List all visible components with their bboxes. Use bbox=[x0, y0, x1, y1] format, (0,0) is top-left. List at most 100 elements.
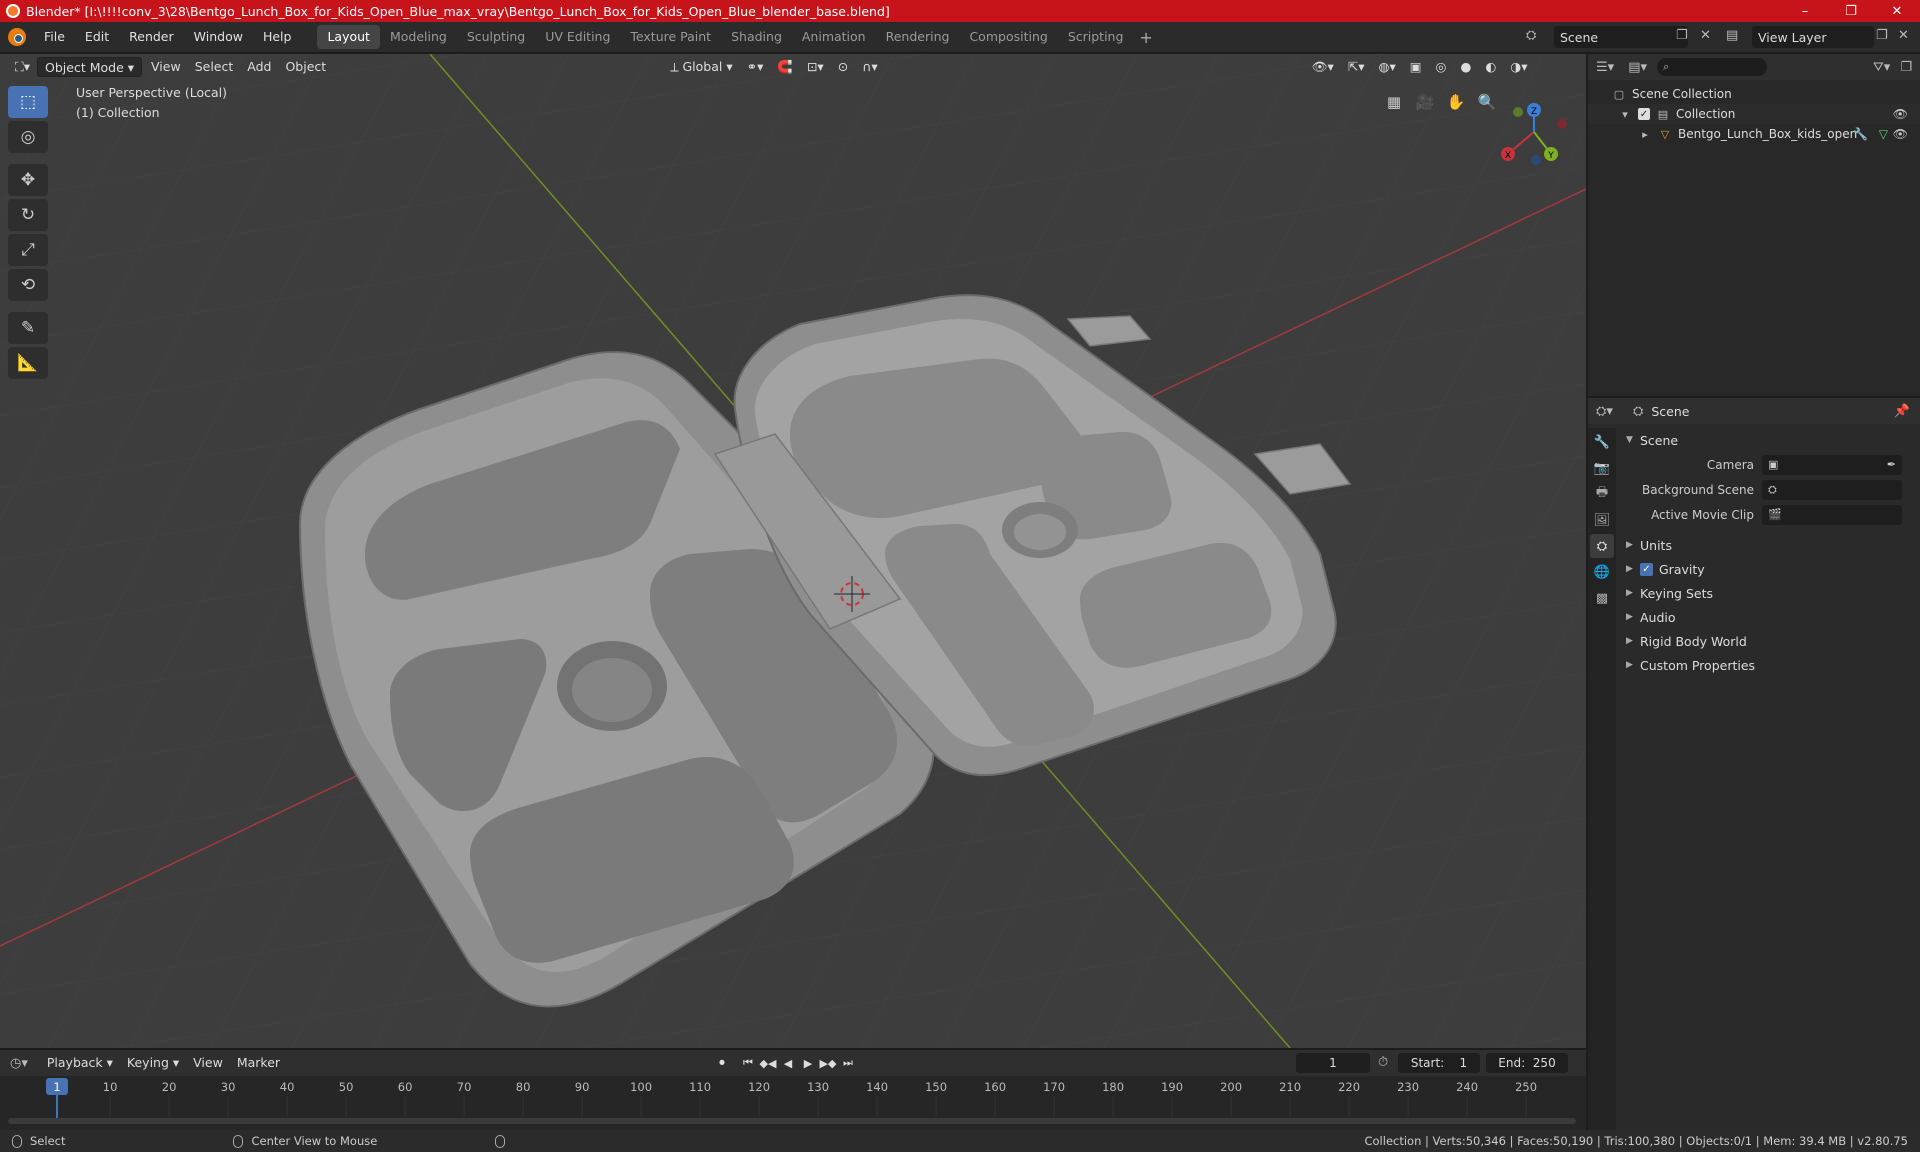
gravity-checkbox[interactable]: ✓ bbox=[1640, 562, 1653, 576]
tab-animation[interactable]: Animation bbox=[792, 25, 876, 49]
wireframe-shading-icon[interactable]: ◎ bbox=[1429, 57, 1454, 77]
tab-rendering[interactable]: Rendering bbox=[876, 25, 960, 49]
scene-panel-header[interactable]: ▼ Scene bbox=[1618, 428, 1920, 452]
pan-hand-icon[interactable]: ✋ bbox=[1442, 88, 1470, 116]
zoom-icon[interactable]: 🔍 bbox=[1473, 88, 1501, 116]
grid-view-icon[interactable]: ▦ bbox=[1380, 88, 1408, 116]
transform-orientation-dropdown[interactable]: ⟂ Global ▾ bbox=[663, 57, 739, 77]
menu-marker[interactable]: Marker bbox=[230, 1053, 287, 1073]
output-tab-icon[interactable]: 🖶 bbox=[1590, 482, 1614, 506]
menu-keying[interactable]: Keying ▾ bbox=[120, 1053, 186, 1073]
measure-tool[interactable]: 📐 bbox=[8, 347, 48, 379]
world-tab-icon[interactable]: 🌐 bbox=[1590, 560, 1614, 584]
3d-viewport[interactable]: X Y Z ⛶▾ Object Mode ▾ View Select Add O… bbox=[0, 54, 1586, 1048]
visibility-icon[interactable]: 👁▾ bbox=[1305, 57, 1341, 77]
keying-sets-panel[interactable]: ▶ Keying Sets bbox=[1618, 581, 1920, 605]
overlay-toggle-icon[interactable]: ◍▾ bbox=[1372, 57, 1403, 77]
prev-keyframe-icon[interactable]: ◆◀ bbox=[758, 1054, 778, 1072]
expand-arrow-icon[interactable]: ▾ bbox=[1618, 108, 1632, 121]
mesh-data-icon[interactable]: ▽ bbox=[1879, 127, 1888, 141]
tab-compositing[interactable]: Compositing bbox=[959, 25, 1057, 49]
add-workspace-button[interactable]: + bbox=[1133, 28, 1158, 47]
cursor-tool[interactable]: ◎ bbox=[8, 121, 48, 153]
rendered-shading-icon[interactable]: ◑▾ bbox=[1503, 57, 1534, 77]
jump-end-icon[interactable]: ⏭ bbox=[838, 1054, 858, 1072]
timeline-editor-icon[interactable]: ◷▾ bbox=[10, 1056, 28, 1071]
xray-icon[interactable]: ▣ bbox=[1403, 57, 1429, 77]
menu-help[interactable]: Help bbox=[253, 25, 302, 49]
outliner-row-object[interactable]: ▸ ▽ Bentgo_Lunch_Box_kids_open 🔧 ▽ 👁 bbox=[1588, 124, 1920, 144]
outliner-search-input[interactable]: ⌕ bbox=[1657, 58, 1767, 76]
new-collection-icon[interactable]: ❐ bbox=[1900, 60, 1912, 75]
menu-edit[interactable]: Edit bbox=[75, 25, 119, 49]
view-layer-tab-icon[interactable]: 🖼 bbox=[1590, 508, 1614, 532]
tab-uv-editing[interactable]: UV Editing bbox=[535, 25, 620, 49]
tab-modeling[interactable]: Modeling bbox=[380, 25, 457, 49]
tab-sculpting[interactable]: Sculpting bbox=[457, 25, 535, 49]
outliner-row-scene-collection[interactable]: ▢ Scene Collection bbox=[1588, 84, 1920, 104]
object-mode-dropdown[interactable]: Object Mode ▾ bbox=[37, 57, 143, 77]
remove-view-layer-icon[interactable]: ✕ bbox=[1898, 28, 1909, 43]
menu-add[interactable]: Add bbox=[240, 57, 278, 77]
pivot-point-icon[interactable]: ⚭▾ bbox=[740, 57, 771, 77]
new-view-layer-icon[interactable]: ❐ bbox=[1876, 28, 1888, 43]
tool-tab-icon[interactable]: 🔧 bbox=[1590, 430, 1614, 454]
snap-target-icon[interactable]: ⊡▾ bbox=[800, 57, 831, 77]
outliner-row-collection[interactable]: ▾ ✓ ▤ Collection 👁 bbox=[1588, 104, 1920, 124]
gizmo-toggle-icon[interactable]: ⇱▾ bbox=[1341, 57, 1372, 77]
audio-panel[interactable]: ▶ Audio bbox=[1618, 605, 1920, 629]
start-frame-field[interactable]: Start: 1 bbox=[1398, 1053, 1480, 1073]
tab-texture-paint[interactable]: Texture Paint bbox=[620, 25, 721, 49]
units-panel[interactable]: ▶ Units bbox=[1618, 533, 1920, 557]
display-mode-icon[interactable]: ▤▾ bbox=[1628, 60, 1647, 75]
menu-object[interactable]: Object bbox=[278, 57, 333, 77]
menu-window[interactable]: Window bbox=[184, 25, 253, 49]
proportional-edit-icon[interactable]: ⊙ bbox=[831, 57, 855, 77]
next-keyframe-icon[interactable]: ▶◆ bbox=[818, 1054, 838, 1072]
menu-playback[interactable]: Playback ▾ bbox=[40, 1053, 120, 1073]
snap-icon[interactable]: 🧲 bbox=[770, 57, 800, 77]
close-button[interactable]: ✕ bbox=[1874, 0, 1920, 22]
camera-view-icon[interactable]: 🎥 bbox=[1411, 88, 1439, 116]
scale-tool[interactable]: ⤢ bbox=[8, 234, 48, 266]
maximize-button[interactable]: ❐ bbox=[1828, 0, 1874, 22]
camera-field[interactable]: ▣ ✒ bbox=[1762, 454, 1902, 475]
jump-start-icon[interactable]: ⏮ bbox=[738, 1054, 758, 1072]
menu-view[interactable]: View bbox=[144, 57, 188, 77]
eyedropper-icon[interactable]: ✒ bbox=[1887, 458, 1896, 471]
play-icon[interactable]: ▶ bbox=[798, 1054, 818, 1072]
transform-tool[interactable]: ⟲ bbox=[8, 269, 48, 301]
scene-tab-icon[interactable]: ⛭ bbox=[1590, 534, 1614, 558]
current-frame-field[interactable]: 1 bbox=[1296, 1053, 1370, 1073]
tab-scripting[interactable]: Scripting bbox=[1058, 25, 1134, 49]
end-frame-field[interactable]: End: 250 bbox=[1486, 1053, 1568, 1073]
scene-browse-icon[interactable]: ⛭ bbox=[1526, 28, 1536, 43]
render-tab-icon[interactable]: 📷 bbox=[1590, 456, 1614, 480]
play-reverse-icon[interactable]: ◀ bbox=[778, 1054, 798, 1072]
tab-shading[interactable]: Shading bbox=[721, 25, 792, 49]
filter-icon[interactable]: ⛛▾ bbox=[1873, 60, 1890, 75]
menu-timeline-view[interactable]: View bbox=[186, 1053, 230, 1073]
scene-selector[interactable]: Scene bbox=[1554, 26, 1688, 48]
expand-arrow-icon[interactable]: ▸ bbox=[1638, 128, 1652, 141]
tab-layout[interactable]: Layout bbox=[317, 25, 380, 49]
visibility-eye-icon[interactable]: 👁 bbox=[1893, 127, 1908, 141]
preview-range-icon[interactable]: ⏱ bbox=[1378, 1055, 1388, 1070]
editor-type-icon[interactable]: ⛶▾ bbox=[8, 57, 37, 77]
active-movie-clip-field[interactable]: 🎬 bbox=[1762, 504, 1902, 525]
timeline-ruler[interactable]: 1 10 20 30 40 50 60 70 80 90 100 110 120 130 140 150 160… bbox=[0, 1076, 1586, 1130]
custom-properties-panel[interactable]: ▶ Custom Properties bbox=[1618, 653, 1920, 677]
blender-logo-icon[interactable] bbox=[8, 28, 26, 46]
view-layer-selector[interactable]: View Layer bbox=[1752, 26, 1874, 48]
gravity-panel[interactable]: ▶ ✓ Gravity bbox=[1618, 557, 1920, 581]
rotate-tool[interactable]: ↻ bbox=[8, 199, 48, 231]
menu-render[interactable]: Render bbox=[119, 25, 184, 49]
annotate-tool[interactable]: ✎ bbox=[8, 312, 48, 344]
visibility-eye-icon[interactable]: 👁 bbox=[1893, 107, 1908, 121]
texture-tab-icon[interactable]: ▩ bbox=[1590, 586, 1614, 610]
background-scene-field[interactable]: ⛭ bbox=[1762, 479, 1902, 500]
menu-select[interactable]: Select bbox=[188, 57, 241, 77]
move-tool[interactable]: ✥ bbox=[8, 164, 48, 196]
modifier-wrench-icon[interactable]: 🔧 bbox=[1853, 127, 1868, 141]
outliner-editor-icon[interactable]: ☰▾ bbox=[1596, 60, 1614, 75]
